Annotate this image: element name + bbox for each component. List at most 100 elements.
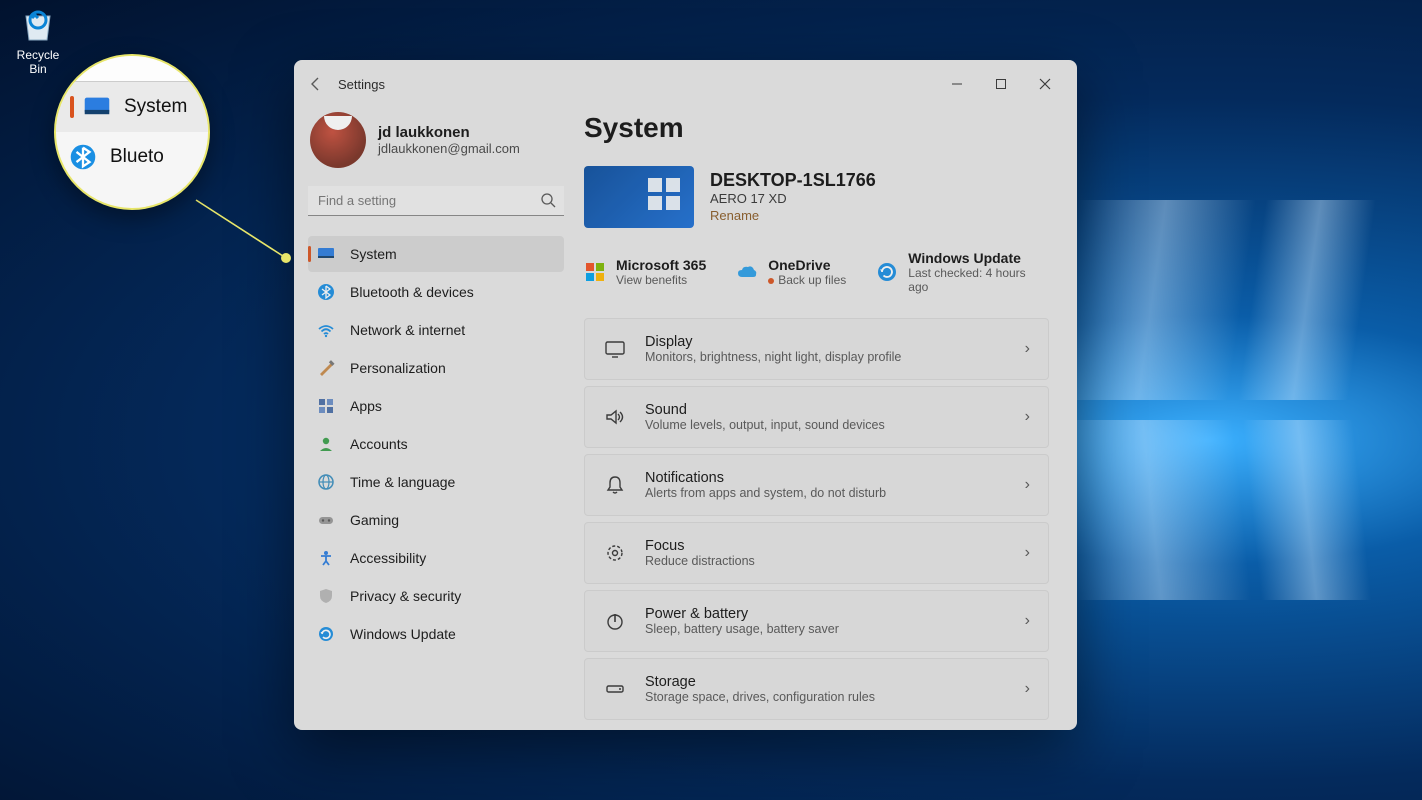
card-sub: Reduce distractions: [645, 554, 755, 568]
bell-icon: [603, 474, 627, 496]
callout-row-system: System: [56, 82, 208, 132]
bluetooth-icon: [70, 144, 96, 170]
sidebar: jd laukkonen jdlaukkonen@gmail.com Syste…: [294, 108, 578, 730]
chevron-right-icon: ›: [1025, 340, 1030, 358]
card-title: Notifications: [645, 470, 886, 486]
desktop-icon-label: Recycle Bin: [8, 48, 68, 76]
nav-accounts[interactable]: Accounts: [308, 426, 564, 462]
nav-label: Bluetooth & devices: [350, 284, 474, 300]
nav-network[interactable]: Network & internet: [308, 312, 564, 348]
chevron-right-icon: ›: [1025, 544, 1030, 562]
card-title: Focus: [645, 538, 755, 554]
device-model: AERO 17 XD: [710, 191, 876, 206]
callout-leader-line: [196, 200, 306, 270]
profile-name: jd laukkonen: [378, 124, 520, 141]
chevron-right-icon: ›: [1025, 476, 1030, 494]
card-display[interactable]: DisplayMonitors, brightness, night light…: [584, 318, 1049, 380]
search-icon: [540, 192, 556, 213]
device-info: DESKTOP-1SL1766 AERO 17 XD Rename: [584, 166, 1049, 228]
card-sub: Monitors, brightness, night light, displ…: [645, 350, 901, 364]
nav-label: Gaming: [350, 512, 399, 528]
warning-dot-icon: [768, 278, 774, 284]
avatar: [310, 112, 366, 168]
rename-link[interactable]: Rename: [710, 208, 759, 223]
close-button[interactable]: [1023, 68, 1067, 100]
search-input[interactable]: [308, 186, 564, 216]
device-name: DESKTOP-1SL1766: [710, 170, 876, 191]
display-icon: [603, 338, 627, 360]
minimize-button[interactable]: [935, 68, 979, 100]
card-sub: Storage space, drives, configuration rul…: [645, 690, 875, 704]
nav-label: Accounts: [350, 436, 408, 452]
person-icon: [316, 434, 336, 454]
card-title: Display: [645, 334, 901, 350]
nav-gaming[interactable]: Gaming: [308, 502, 564, 538]
update-icon: [316, 624, 336, 644]
status-sub: View benefits: [616, 273, 706, 287]
back-button[interactable]: [304, 72, 328, 96]
callout-label: Blueto: [110, 146, 164, 168]
gamepad-icon: [316, 510, 336, 530]
monitor-icon: [84, 94, 110, 120]
card-power[interactable]: Power & batterySleep, battery usage, bat…: [584, 590, 1049, 652]
globe-icon: [316, 472, 336, 492]
nav-system[interactable]: System: [308, 236, 564, 272]
search-box: [308, 186, 564, 216]
card-title: Sound: [645, 402, 885, 418]
nav-label: Windows Update: [350, 626, 456, 642]
brush-icon: [316, 358, 336, 378]
nav-time-language[interactable]: Time & language: [308, 464, 564, 500]
card-sub: Alerts from apps and system, do not dist…: [645, 486, 886, 500]
settings-cards: DisplayMonitors, brightness, night light…: [584, 318, 1049, 720]
status-sub: Back up files: [768, 273, 846, 287]
power-icon: [603, 610, 627, 632]
status-onedrive[interactable]: OneDriveBack up files: [736, 250, 846, 294]
page-title: System: [584, 112, 1049, 144]
status-windows-update[interactable]: Windows UpdateLast checked: 4 hours ago: [876, 250, 1049, 294]
status-row: Microsoft 365View benefits OneDriveBack …: [584, 250, 1049, 294]
window-title: Settings: [338, 77, 385, 92]
magnifier-callout: System Blueto: [54, 54, 210, 210]
bluetooth-icon: [316, 282, 336, 302]
status-title: Windows Update: [908, 250, 1049, 266]
nav-personalization[interactable]: Personalization: [308, 350, 564, 386]
nav-label: Time & language: [350, 474, 455, 490]
status-m365[interactable]: Microsoft 365View benefits: [584, 250, 706, 294]
device-thumbnail: [584, 166, 694, 228]
status-sub: Last checked: 4 hours ago: [908, 266, 1049, 294]
nav-list: System Bluetooth & devices Network & int…: [308, 236, 564, 652]
nav-label: Apps: [350, 398, 382, 414]
sound-icon: [603, 406, 627, 428]
card-focus[interactable]: FocusReduce distractions ›: [584, 522, 1049, 584]
status-title: Microsoft 365: [616, 257, 706, 273]
desktop-icon-recycle-bin[interactable]: Recycle Bin: [8, 4, 68, 76]
profile-block[interactable]: jd laukkonen jdlaukkonen@gmail.com: [308, 108, 564, 186]
nav-bluetooth[interactable]: Bluetooth & devices: [308, 274, 564, 310]
nav-accessibility[interactable]: Accessibility: [308, 540, 564, 576]
card-notifications[interactable]: NotificationsAlerts from apps and system…: [584, 454, 1049, 516]
maximize-button[interactable]: [979, 68, 1023, 100]
card-sub: Sleep, battery usage, battery saver: [645, 622, 839, 636]
nav-privacy[interactable]: Privacy & security: [308, 578, 564, 614]
chevron-right-icon: ›: [1025, 680, 1030, 698]
main-panel: System DESKTOP-1SL1766 AERO 17 XD Rename…: [578, 108, 1077, 730]
recycle-bin-icon: [18, 4, 58, 44]
wallpaper-windows-logo: [1062, 200, 1362, 600]
focus-icon: [603, 542, 627, 564]
shield-icon: [316, 586, 336, 606]
nav-label: Accessibility: [350, 550, 426, 566]
nav-windows-update[interactable]: Windows Update: [308, 616, 564, 652]
monitor-icon: [316, 244, 336, 264]
settings-window: Settings jd laukkonen jdlaukkonen@gmail.…: [294, 60, 1077, 730]
nav-apps[interactable]: Apps: [308, 388, 564, 424]
card-title: Storage: [645, 674, 875, 690]
chevron-right-icon: ›: [1025, 612, 1030, 630]
card-sound[interactable]: SoundVolume levels, output, input, sound…: [584, 386, 1049, 448]
wifi-icon: [316, 320, 336, 340]
m365-icon: [584, 261, 606, 283]
callout-row-bluetooth: Blueto: [56, 132, 208, 182]
apps-icon: [316, 396, 336, 416]
card-storage[interactable]: StorageStorage space, drives, configurat…: [584, 658, 1049, 720]
status-title: OneDrive: [768, 257, 846, 273]
card-title: Power & battery: [645, 606, 839, 622]
